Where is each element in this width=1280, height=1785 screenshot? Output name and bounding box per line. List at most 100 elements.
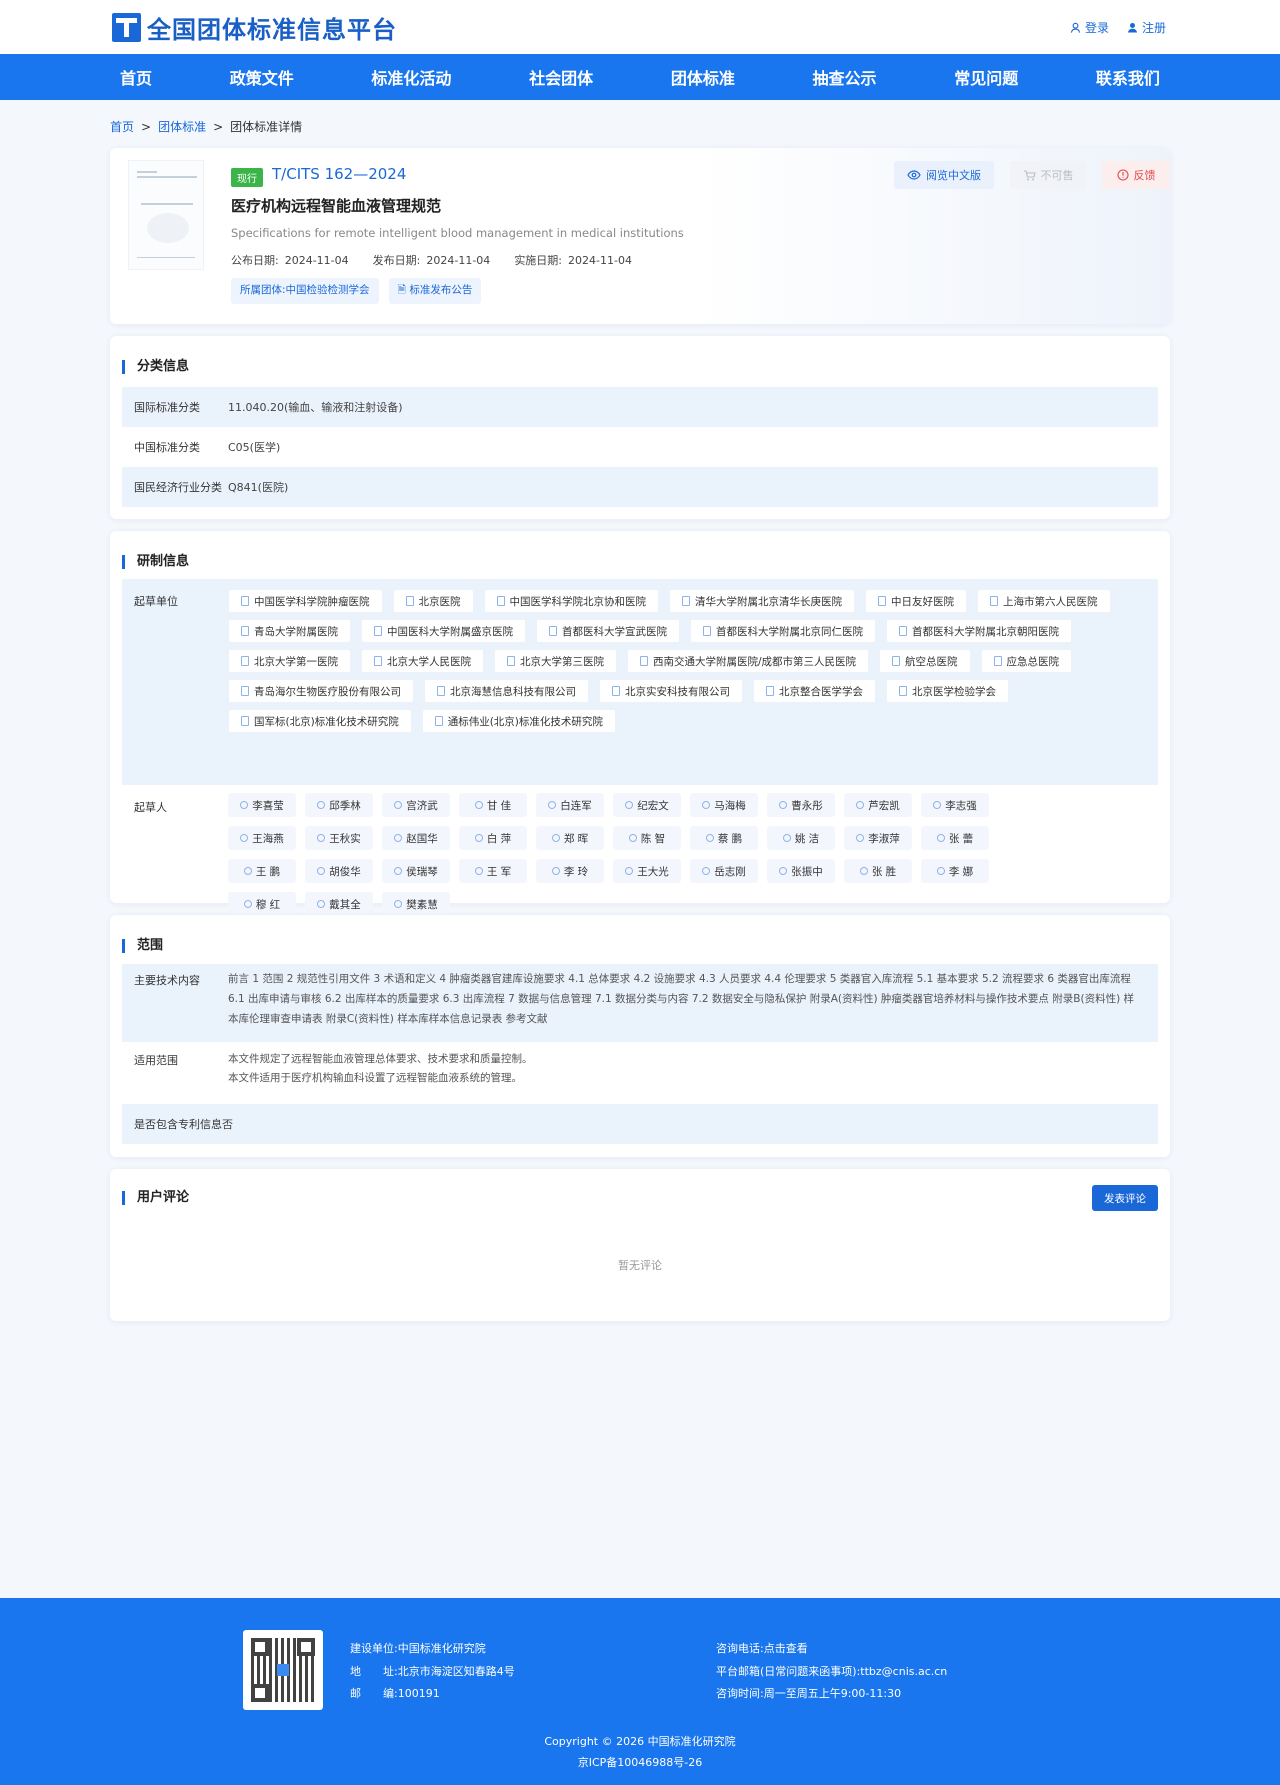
- nav-policy[interactable]: 政策文件: [230, 65, 294, 89]
- organization-tag[interactable]: 所属团体:中国检验检测学会: [231, 278, 379, 304]
- drafter-chip: 甘 佳: [459, 793, 527, 817]
- user-icon: [933, 801, 942, 809]
- row-label: 主要技术内容: [134, 974, 200, 987]
- classification-card: 分类信息 国际标准分类 11.040.20(输血、输液和注射设备) 中国标准分类…: [110, 336, 1170, 519]
- release-notice-tag[interactable]: 🗎 标准发布公告: [388, 278, 482, 304]
- drafting-unit-chip: 清华大学附属北京清华长庚医院: [669, 589, 855, 613]
- footer-phone[interactable]: 咨询电话:点击查看: [716, 1638, 947, 1661]
- drafter-chip: 王 鹏: [228, 859, 296, 883]
- drafting-unit-chip: 首都医科大学附属北京同仁医院: [690, 619, 876, 643]
- drafter-chip: 纪宏文: [613, 793, 681, 817]
- breadcrumb-home[interactable]: 首页: [110, 120, 134, 134]
- row-label: 适用范围: [134, 1054, 178, 1067]
- document-icon: [437, 686, 445, 696]
- document-icon: [374, 656, 382, 666]
- breadcrumb-current: 团体标准详情: [230, 120, 303, 134]
- document-icon: [496, 596, 505, 606]
- drafter-chip: 王海燕: [228, 826, 296, 850]
- user-icon: [856, 801, 865, 809]
- document-icon: [507, 656, 515, 666]
- drafter-chip: 李 玲: [536, 859, 604, 883]
- footer-hours: 咨询时间:周一至周五上午9:00-11:30: [716, 1687, 902, 1700]
- applicable-scope-text: 本文件规定了远程智能血液管理总体要求、技术要求和质量控制。 本文件适用于医疗机构…: [228, 1053, 533, 1084]
- footer-builder: 建设单位:中国标准化研究院: [350, 1642, 486, 1655]
- login-link[interactable]: 登录: [1070, 19, 1109, 36]
- drafting-unit-chip: 北京医学检验学会: [886, 679, 1009, 703]
- user-icon: [705, 834, 714, 842]
- feedback-button[interactable]: 反馈: [1102, 161, 1170, 189]
- document-icon: [640, 656, 648, 666]
- drafting-units-list: 中国医学科学院肿瘤医院 北京医院 中国医学科学院北京协和医院 清华大学附属北京清华长庚…: [228, 579, 1143, 733]
- footer-address: 地 址:北京市海淀区知春路4号: [350, 1664, 515, 1678]
- eye-icon: [907, 170, 921, 180]
- drafting-unit-chip: 青岛海尔生物医疗股份有限公司: [228, 679, 414, 703]
- document-icon: [990, 596, 998, 606]
- document-icon: [405, 596, 414, 606]
- user-icon: [317, 867, 326, 875]
- site-logo[interactable]: 全国团体标准信息平台: [112, 10, 397, 45]
- user-links: 登录 注册: [1070, 19, 1166, 36]
- row-label: 国民经济行业分类: [134, 481, 222, 494]
- drafting-unit-chip: 中国医学科学院北京协和医院: [483, 589, 659, 613]
- nav-organizations[interactable]: 社会团体: [529, 65, 593, 89]
- drafting-units-row: 起草单位 中国医学科学院肿瘤医院 北京医院 中国医学科学院北京协和医院 清华大学附属北…: [122, 579, 1158, 785]
- user-icon: [240, 801, 249, 809]
- nav-group-standards[interactable]: 团体标准: [671, 65, 735, 89]
- user-solid-icon: [1127, 23, 1138, 33]
- standard-code: T/CITS 162—2024: [272, 165, 407, 183]
- drafting-unit-chip: 北京大学人民医院: [361, 649, 484, 673]
- alert-circle-icon: [1116, 169, 1129, 181]
- user-icon: [625, 867, 634, 875]
- not-for-sale-button[interactable]: 不可售: [1010, 161, 1086, 189]
- nav-inspection[interactable]: 抽查公示: [813, 65, 877, 89]
- post-comment-button[interactable]: 发表评论: [1092, 1185, 1158, 1211]
- user-icon: [243, 900, 252, 908]
- standard-summary-card: 现行 T/CITS 162—2024 医疗机构远程智能血液管理规范 Specif…: [110, 148, 1170, 324]
- drafting-unit-chip: 西南交通大学附属医院/成都市第三人民医院: [627, 649, 870, 673]
- user-icon: [394, 801, 403, 809]
- nav-activities[interactable]: 标准化活动: [371, 65, 451, 89]
- drafter-chip: 白连军: [536, 793, 604, 817]
- classification-row-ics: 国际标准分类 11.040.20(输血、输液和注射设备): [122, 387, 1158, 427]
- breadcrumb-separator: >: [213, 120, 224, 134]
- user-icon: [317, 834, 326, 842]
- document-icon: [434, 716, 443, 726]
- site-title: 全国团体标准信息平台: [147, 15, 397, 44]
- footer-postcode: 邮 编:100191: [350, 1687, 440, 1700]
- row-label: 是否包含专利信息: [134, 1118, 222, 1131]
- row-value: C05(医学): [228, 441, 281, 454]
- nav-faq[interactable]: 常见问题: [954, 65, 1018, 89]
- drafting-unit-chip: 北京医院: [392, 589, 474, 613]
- footer-icp[interactable]: 京ICP备10046988号-26: [0, 1752, 1280, 1773]
- user-icon: [625, 801, 634, 809]
- footer-email[interactable]: 平台邮箱(日常问题来函事项):ttbz@cnis.ac.cn: [716, 1661, 947, 1684]
- drafter-chip: 李 娜: [921, 859, 989, 883]
- drafting-unit-chip: 北京实安科技有限公司: [599, 679, 743, 703]
- read-chinese-button[interactable]: 阅览中文版: [894, 161, 994, 189]
- nav-contact[interactable]: 联系我们: [1096, 65, 1160, 89]
- user-icon: [394, 867, 403, 875]
- section-title: 范围: [122, 939, 163, 953]
- drafting-unit-chip: 航空总医院: [879, 649, 971, 673]
- section-title: 分类信息: [122, 360, 189, 374]
- standard-cover-thumbnail[interactable]: [128, 160, 204, 270]
- nav-home[interactable]: 首页: [120, 65, 152, 89]
- breadcrumb-parent[interactable]: 团体标准: [158, 120, 206, 134]
- document-icon: 🗎: [397, 284, 410, 296]
- user-icon: [240, 834, 249, 842]
- drafting-unit-chip: 应急总医院: [980, 649, 1073, 673]
- user-icon: [474, 834, 483, 842]
- document-icon: [892, 656, 901, 666]
- register-link[interactable]: 注册: [1127, 19, 1166, 36]
- user-icon: [243, 867, 252, 875]
- row-value: Q841(医院): [228, 481, 289, 494]
- qr-code-image: [243, 1630, 323, 1710]
- drafter-chip: 侯瑞琴: [382, 859, 450, 883]
- drafter-chip: 白 萍: [459, 826, 527, 850]
- technical-content-text: 前言 1 范围 2 规范性引用文件 3 术语和定义 4 肿瘤类器官建库设施要求 …: [228, 973, 1135, 1025]
- document-icon: [703, 626, 711, 636]
- drafting-unit-chip: 北京海慧信息科技有限公司: [424, 679, 589, 703]
- user-icon: [474, 867, 483, 875]
- drafter-chip: 樊素慧: [382, 892, 450, 916]
- drafting-unit-chip: 中国医学科学院肿瘤医院: [228, 589, 383, 613]
